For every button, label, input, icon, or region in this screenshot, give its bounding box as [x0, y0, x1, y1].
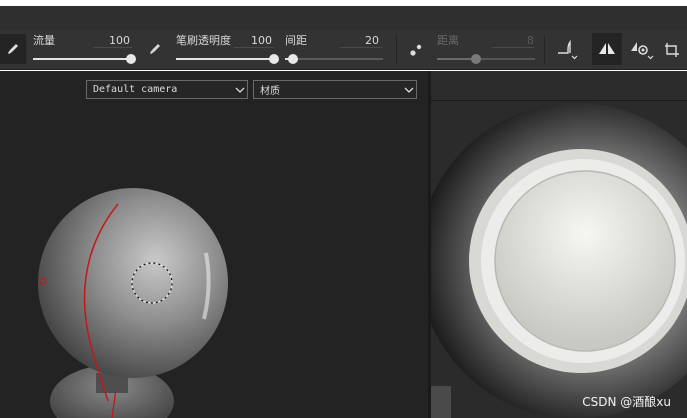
distance-label: 距离	[437, 34, 459, 47]
flow-value[interactable]: 100	[96, 34, 130, 47]
spacing-slider[interactable]	[285, 54, 383, 64]
right-panel-header	[431, 71, 687, 101]
material-select[interactable]: 材质	[253, 80, 417, 99]
watermark: CSDN @酒酿xu	[582, 395, 671, 409]
transform-icon	[665, 43, 679, 57]
distance-mode-button[interactable]	[403, 35, 429, 65]
texture-preview-render	[431, 101, 687, 418]
brush-small-icon	[150, 44, 160, 54]
distance-value-underline	[492, 47, 534, 48]
spacing-label: 间距	[285, 34, 307, 47]
brush-tool-button[interactable]	[0, 34, 26, 64]
dots-icon	[410, 44, 422, 56]
symmetry-settings-icon	[631, 42, 654, 60]
camera-select-value: Default camera	[93, 84, 178, 95]
curve-icon	[558, 39, 578, 60]
transform-button[interactable]	[659, 35, 685, 65]
mirror-icon	[599, 43, 615, 54]
flow-label: 流量	[33, 34, 55, 47]
brush-opacity-label: 笔刷透明度	[176, 34, 231, 47]
title-bar	[0, 6, 687, 30]
brush-opacity-value-underline	[234, 47, 274, 48]
toolbar-separator	[396, 36, 397, 64]
brush-opacity-tool-button[interactable]	[142, 34, 168, 64]
distance-slider	[437, 54, 535, 64]
viewport-2d[interactable]	[431, 71, 687, 418]
toolbar-separator	[544, 36, 545, 64]
camera-select[interactable]: Default camera	[86, 80, 248, 99]
chevron-down-icon	[402, 87, 416, 93]
spacing-slider-knob[interactable]	[287, 54, 298, 64]
flow-slider-knob[interactable]	[126, 54, 136, 64]
symmetry-settings-button[interactable]	[627, 35, 657, 65]
toolbar: 流量 100 笔刷透明度 100 间距 20 距离 8	[0, 30, 687, 70]
distance-value: 8	[527, 34, 534, 47]
brush-icon	[8, 44, 18, 54]
mirror-button[interactable]	[592, 33, 622, 65]
brush-opacity-value[interactable]: 100	[238, 34, 272, 47]
spacing-value-underline	[340, 47, 382, 48]
viewport-3d[interactable]: Default camera 材质	[0, 71, 428, 418]
brush-opacity-slider-knob[interactable]	[269, 54, 279, 64]
falloff-curve-button[interactable]	[553, 35, 583, 65]
brush-opacity-slider[interactable]	[176, 54, 279, 64]
flow-value-underline	[93, 47, 132, 48]
flow-slider[interactable]	[33, 54, 136, 64]
spacing-value[interactable]: 20	[345, 34, 379, 47]
distance-slider-knob	[471, 54, 482, 64]
3d-model-render	[38, 188, 228, 418]
chevron-down-icon	[233, 87, 247, 93]
material-select-value: 材质	[260, 86, 280, 97]
